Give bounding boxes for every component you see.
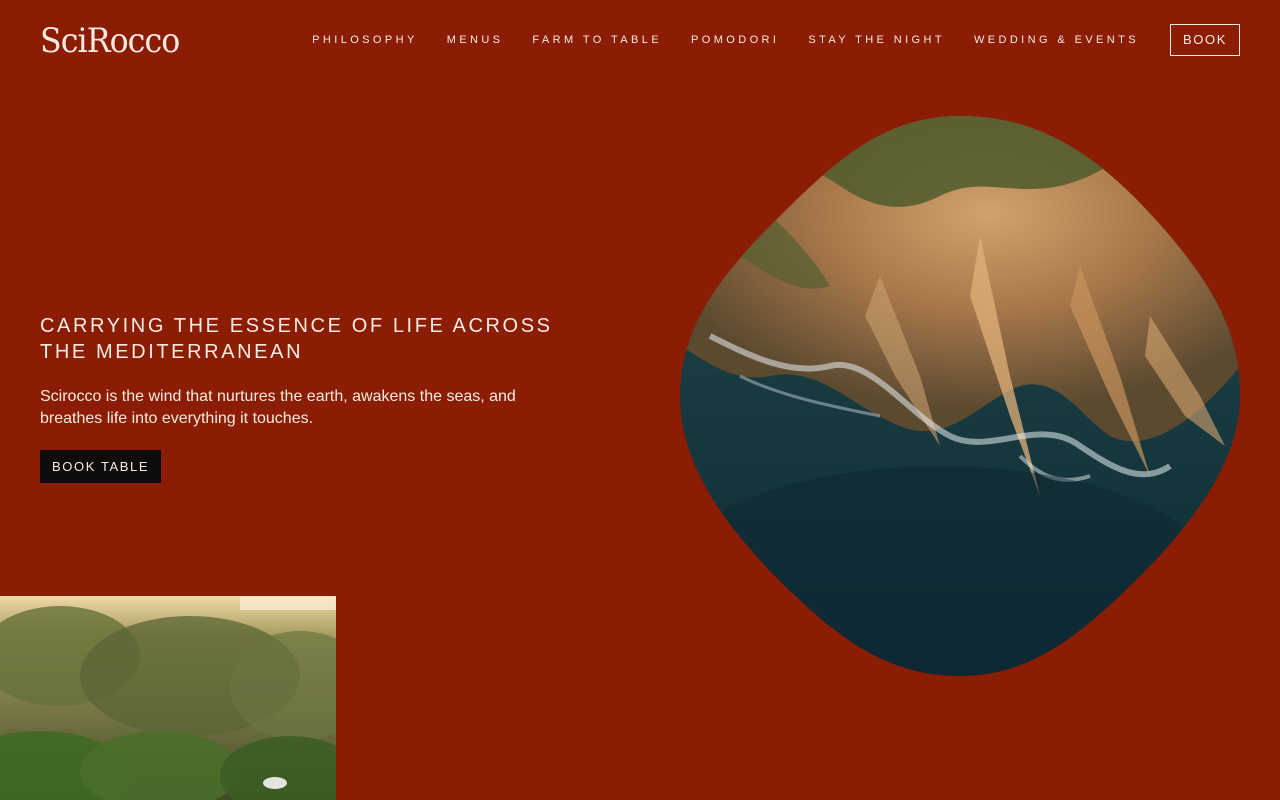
- main-nav: PHILOSOPHY MENUS FARM TO TABLE POMODORI …: [280, 24, 1240, 56]
- nav-item-pomodori[interactable]: POMODORI: [691, 24, 779, 56]
- nav-item-philosophy[interactable]: PHILOSOPHY: [312, 24, 418, 56]
- book-table-button[interactable]: BOOK TABLE: [40, 450, 162, 483]
- nav-item-wedding-events[interactable]: WEDDING & EVENTS: [974, 24, 1139, 56]
- hero-section: CARRYING THE ESSENCE OF LIFE ACROSS THE …: [40, 313, 600, 483]
- nav-item-stay-the-night[interactable]: STAY THE NIGHT: [808, 24, 945, 56]
- forest-image: [0, 596, 336, 800]
- site-logo[interactable]: SciRocco: [40, 20, 190, 62]
- aerial-coastline-image: [680, 116, 1240, 676]
- hero-description: Scirocco is the wind that nurtures the e…: [40, 388, 516, 427]
- nav-item-menus[interactable]: MENUS: [447, 24, 504, 56]
- book-button[interactable]: BOOK: [1170, 24, 1240, 56]
- hero-title: CARRYING THE ESSENCE OF LIFE ACROSS THE …: [40, 315, 553, 363]
- logo-wordmark: SciRocco: [40, 21, 180, 61]
- nav-item-farm-to-table[interactable]: FARM TO TABLE: [532, 24, 662, 56]
